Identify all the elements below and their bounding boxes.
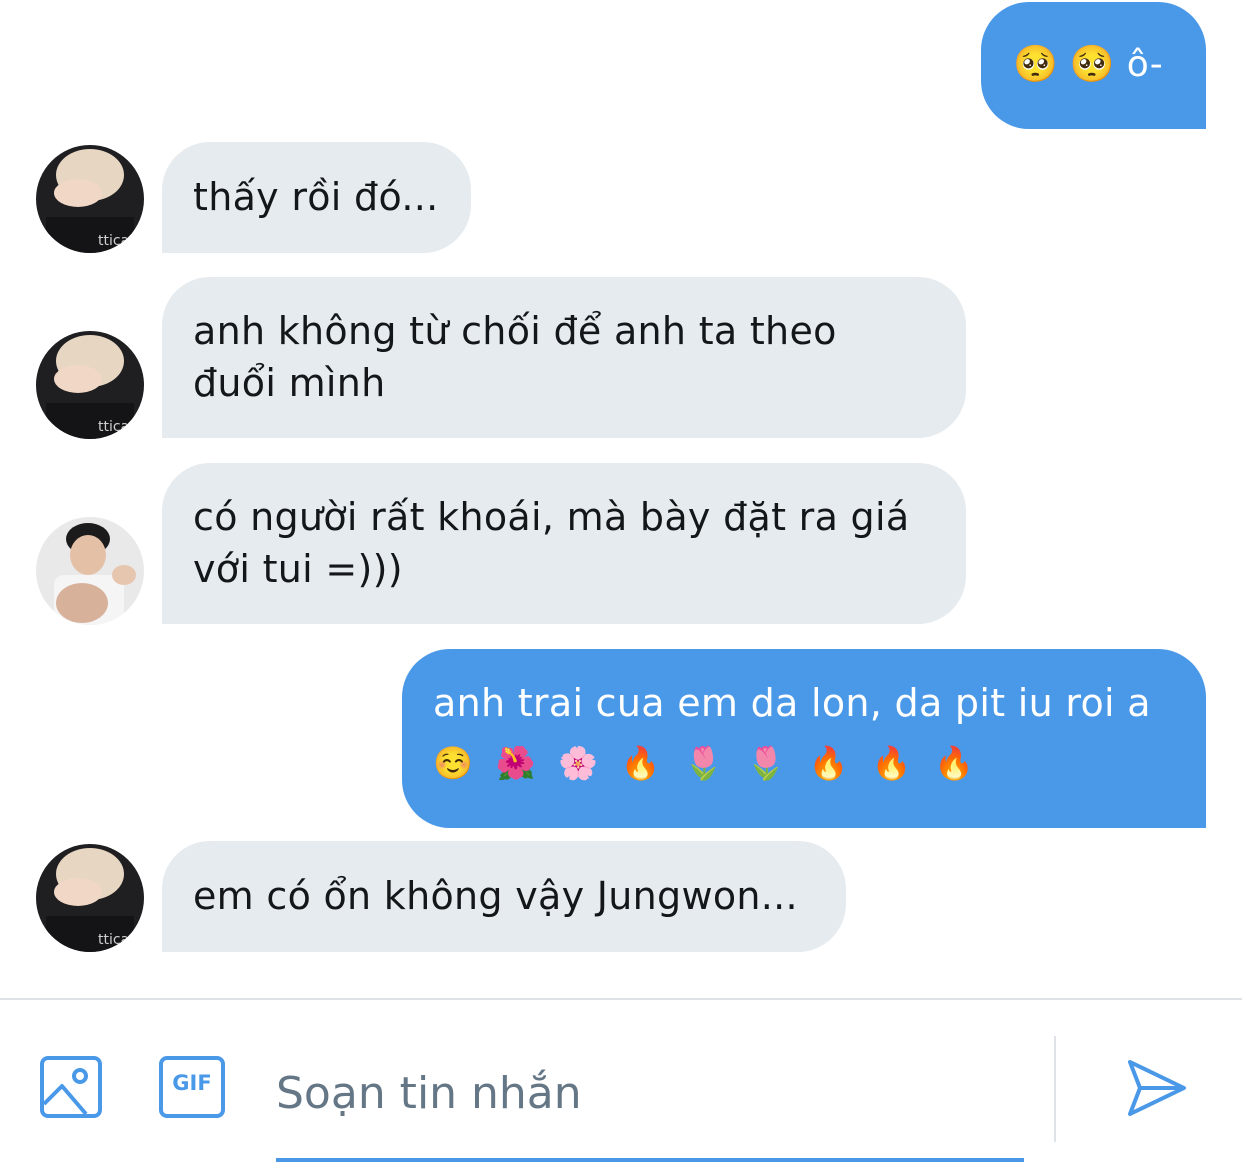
fire-emoji: 🔥 xyxy=(934,744,975,782)
svg-text:ttica: ttica xyxy=(98,233,129,249)
emoji-row: ☺️ 🌺 🌸 🔥 🌷 🌷 🔥 🔥 🔥 xyxy=(433,737,986,789)
message-bubble-outgoing[interactable]: anh trai cua em da lon, da pit iu roi a … xyxy=(402,649,1206,828)
hibiscus-emoji: 🌺 xyxy=(495,744,536,782)
tulip-emoji: 🌷 xyxy=(683,744,724,782)
message-bubble-incoming[interactable]: em có ổn không vậy Jungwon... xyxy=(162,841,846,952)
message-input-container xyxy=(276,1040,1024,1162)
gif-button[interactable]: GIF xyxy=(159,1056,225,1122)
avatar-blond[interactable]: ttica xyxy=(36,844,144,952)
svg-text:ttica: ttica xyxy=(98,419,129,435)
tulip-emoji: 🌷 xyxy=(746,744,787,782)
svg-text:ttica: ttica xyxy=(98,932,129,948)
avatar-dark-hair[interactable] xyxy=(36,517,144,625)
relieved-face-emoji: ☺️ xyxy=(433,744,474,782)
cherry-blossom-emoji: 🌸 xyxy=(558,744,599,782)
message-bubble-incoming[interactable]: có người rất khoái, mà bày đặt ra giá vớ… xyxy=(162,463,966,624)
message-thread: 🥺 🥺 ô- ttica thấy rồi đó... ttica anh kh… xyxy=(0,0,1242,1000)
send-icon xyxy=(1128,1060,1186,1116)
message-bubble-outgoing[interactable]: 🥺 🥺 ô- xyxy=(981,2,1206,129)
message-text: anh không từ chối để anh ta theo đuổi mì… xyxy=(193,309,837,405)
image-icon[interactable] xyxy=(40,1056,102,1122)
message-text: 🥺 🥺 ô- xyxy=(1013,44,1164,85)
message-text: em có ổn không vậy Jungwon... xyxy=(193,874,798,918)
avatar-blond[interactable]: ttica xyxy=(36,331,144,439)
send-button[interactable] xyxy=(1126,1058,1188,1122)
composer-divider xyxy=(1054,1036,1056,1142)
message-text: có người rất khoái, mà bày đặt ra giá vớ… xyxy=(193,495,910,591)
avatar-blond[interactable]: ttica xyxy=(36,145,144,253)
gif-label: GIF xyxy=(172,1071,212,1095)
message-composer: GIF xyxy=(0,998,1242,1163)
fire-emoji: 🔥 xyxy=(871,744,912,782)
message-bubble-incoming[interactable]: anh không từ chối để anh ta theo đuổi mì… xyxy=(162,277,966,438)
message-text: anh trai cua em da lon, da pit iu roi a xyxy=(433,681,1151,725)
message-text: thấy rồi đó... xyxy=(193,175,439,219)
message-bubble-incoming[interactable]: thấy rồi đó... xyxy=(162,142,471,253)
fire-emoji: 🔥 xyxy=(620,744,662,782)
fire-emoji: 🔥 xyxy=(808,744,849,782)
message-input[interactable] xyxy=(276,1040,1024,1140)
